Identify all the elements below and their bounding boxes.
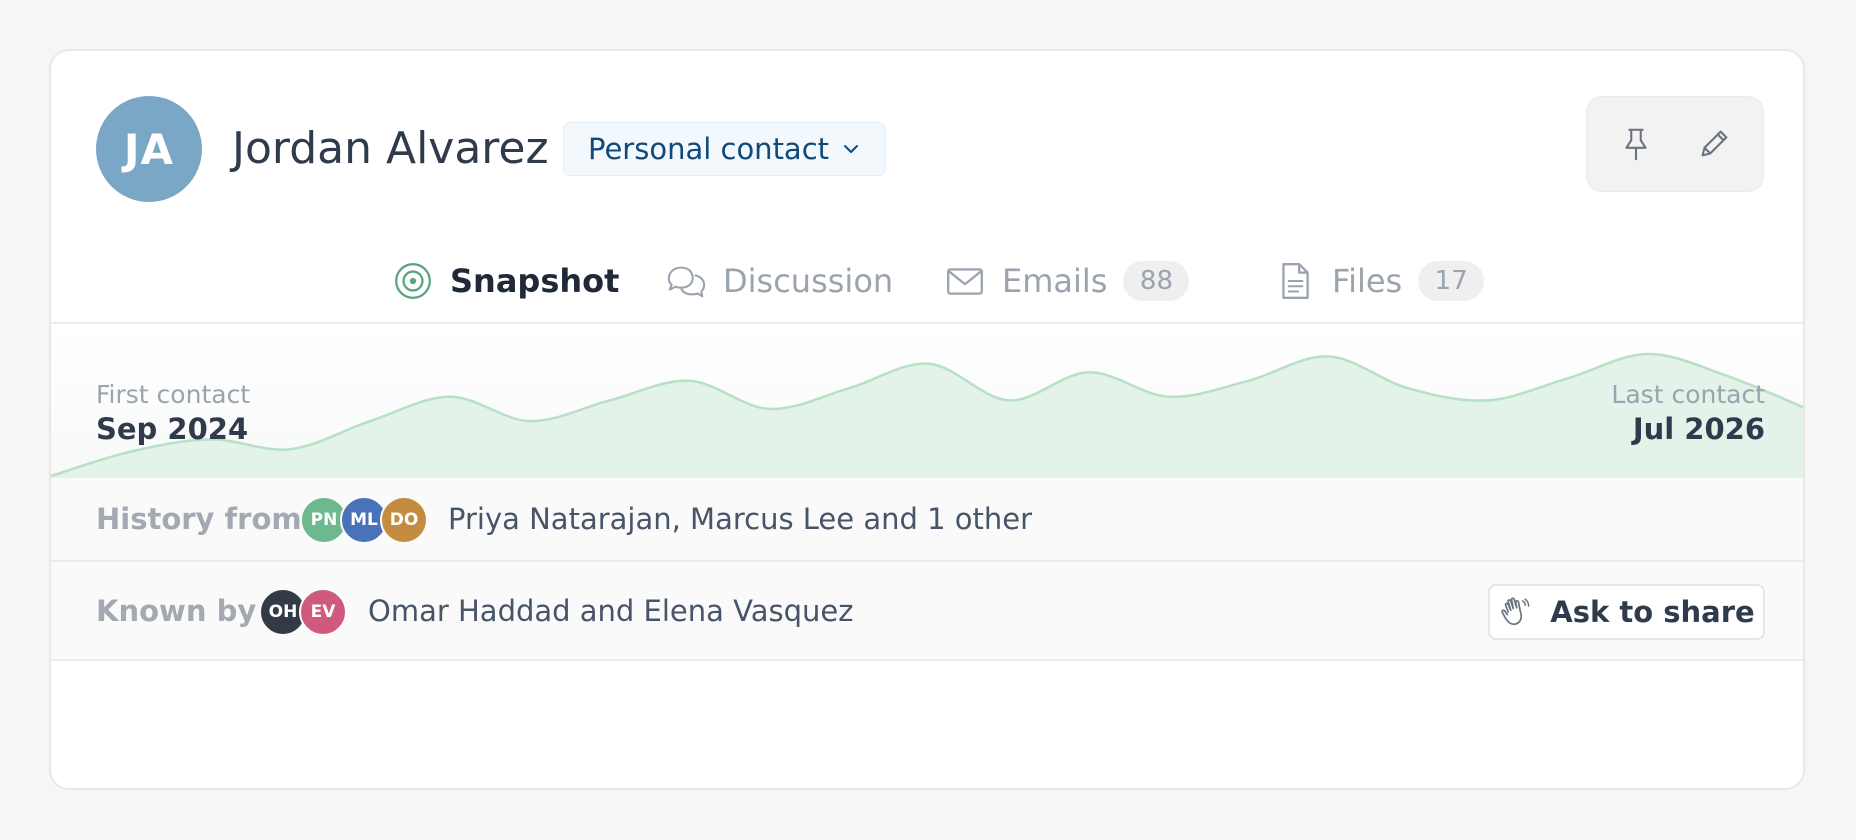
activity-area: [51, 353, 1803, 478]
activity-timeline: First contact Sep 2024 Last contact Jul …: [51, 324, 1803, 478]
avatar-initials: JA: [123, 124, 175, 174]
known-by-row: Known by OH EV Omar Haddad and Elena Vas…: [51, 562, 1803, 661]
history-avatars: PN ML DO: [300, 496, 428, 544]
avatar: DO: [380, 496, 428, 544]
first-contact-date: Sep 2024: [96, 412, 249, 446]
chat-bubbles-icon: [667, 266, 706, 298]
last-contact-date: Jul 2026: [1632, 412, 1765, 446]
tab-snapshot[interactable]: Snapshot: [392, 241, 619, 321]
history-label: History from: [96, 502, 302, 536]
ask-to-share-button[interactable]: Ask to share: [1488, 584, 1765, 640]
tab-files[interactable]: Files 17: [1274, 241, 1485, 321]
tab-discussion[interactable]: Discussion: [665, 241, 893, 321]
known-by-avatars: OH EV: [259, 588, 347, 636]
document-icon: [1282, 263, 1309, 299]
chevron-down-icon: [844, 145, 859, 153]
contact-card: JA Jordan Alvarez Personal contact Snaps…: [49, 49, 1805, 790]
avatar: EV: [299, 588, 347, 636]
activity-sparkline: [51, 352, 1803, 478]
last-contact-label: Last contact: [1611, 380, 1765, 409]
header-actions: [1586, 96, 1764, 192]
tab-label: Snapshot: [450, 262, 620, 300]
known-by-label: Known by: [96, 594, 257, 628]
pin-button[interactable]: [1608, 116, 1664, 172]
tab-label: Discussion: [723, 262, 894, 300]
tab-emails[interactable]: Emails 88: [944, 241, 1190, 321]
emails-count-badge: 88: [1123, 261, 1190, 301]
history-row: History from PN ML DO Priya Natarajan, M…: [51, 478, 1803, 562]
waving-hand-icon: [1501, 597, 1530, 626]
tab-label: Emails: [1002, 262, 1108, 300]
known-by-people: Omar Haddad and Elena Vasquez: [368, 594, 854, 628]
contact-type-label: Personal contact: [588, 132, 830, 166]
pin-icon: [1625, 128, 1647, 161]
contact-type-dropdown[interactable]: Personal contact: [563, 122, 887, 176]
contact-name: Jordan Alvarez: [232, 123, 549, 174]
edit-button[interactable]: [1686, 116, 1742, 172]
target-icon: [395, 263, 431, 299]
tab-label: Files: [1332, 262, 1403, 300]
first-contact-label: First contact: [96, 380, 251, 409]
history-people[interactable]: Priya Natarajan, Marcus Lee and 1 other: [448, 502, 1032, 536]
envelope-icon: [947, 268, 983, 295]
files-count-badge: 17: [1418, 261, 1485, 301]
contact-avatar: JA: [96, 96, 202, 202]
pencil-icon: [1701, 130, 1728, 157]
ask-to-share-label: Ask to share: [1550, 595, 1755, 629]
